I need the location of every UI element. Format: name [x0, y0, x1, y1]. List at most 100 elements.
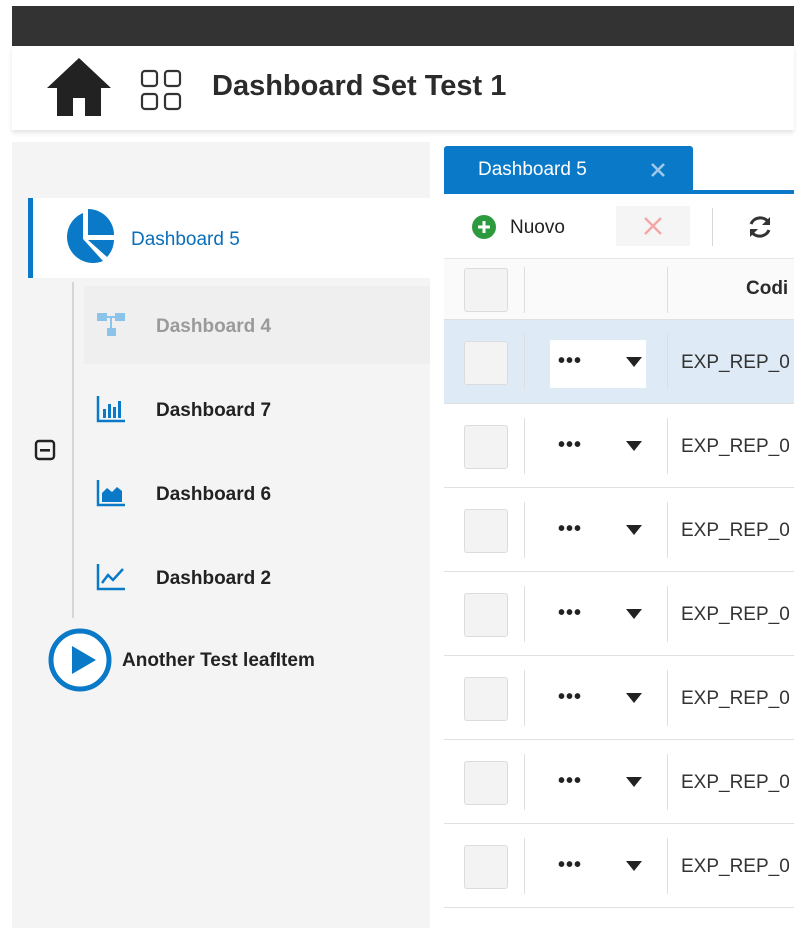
sidebar-item-label: Dashboard 5 — [131, 229, 240, 250]
column-divider — [667, 267, 668, 313]
row-checkbox[interactable] — [464, 509, 508, 553]
tab-strip: Dashboard 5 — [444, 142, 794, 194]
more-dots-icon: ••• — [558, 770, 583, 792]
caret-down-icon — [626, 441, 642, 451]
column-divider — [524, 418, 525, 474]
column-divider — [667, 334, 668, 390]
tab-label: Dashboard 5 — [478, 159, 587, 180]
top-bar — [12, 6, 794, 46]
more-dots-icon: ••• — [558, 434, 583, 456]
main-panel: Dashboard 5 Nuovo Codi ••• EXP_REP_0 •••… — [444, 142, 794, 928]
row-actions-dropdown[interactable]: ••• — [550, 424, 646, 472]
column-divider — [667, 754, 668, 810]
collapse-minus-icon[interactable] — [34, 438, 56, 462]
select-all-checkbox[interactable] — [464, 268, 508, 312]
code-cell: EXP_REP_0 — [681, 604, 790, 625]
sidebar-item-another-test-leafitem[interactable]: Another Test leafItem — [46, 624, 426, 696]
code-cell: EXP_REP_0 — [681, 352, 790, 373]
row-checkbox[interactable] — [464, 677, 508, 721]
page-title: Dashboard Set Test 1 — [212, 70, 507, 102]
row-checkbox[interactable] — [464, 341, 508, 385]
line-chart-icon — [96, 564, 125, 591]
bar-chart-icon — [96, 396, 125, 423]
row-actions-dropdown[interactable]: ••• — [550, 340, 646, 388]
header: Dashboard Set Test 1 — [12, 46, 794, 130]
new-button-label: Nuovo — [510, 217, 565, 238]
sidebar-item-dashboard-7[interactable]: Dashboard 7 — [84, 370, 430, 448]
play-circle-icon — [48, 628, 112, 692]
column-divider — [667, 670, 668, 726]
code-cell: EXP_REP_0 — [681, 520, 790, 541]
toolbar: Nuovo — [444, 194, 794, 258]
row-checkbox[interactable] — [464, 761, 508, 805]
refresh-icon[interactable] — [745, 214, 775, 240]
sidebar-item-dashboard-5[interactable]: Dashboard 5 — [28, 198, 430, 278]
more-dots-icon: ••• — [558, 350, 583, 372]
toolbar-separator — [712, 208, 713, 246]
column-divider — [524, 670, 525, 726]
hierarchy-icon — [97, 313, 125, 336]
new-button[interactable]: Nuovo — [464, 210, 590, 244]
row-checkbox[interactable] — [464, 593, 508, 637]
column-divider — [667, 502, 668, 558]
plus-circle-icon — [472, 215, 496, 239]
table-row[interactable]: ••• EXP_REP_0 — [444, 824, 794, 908]
sidebar-item-label: Dashboard 6 — [156, 484, 272, 505]
caret-down-icon — [626, 609, 642, 619]
apps-grid-icon[interactable] — [139, 68, 183, 112]
code-cell: EXP_REP_0 — [681, 772, 790, 793]
row-actions-dropdown[interactable]: ••• — [550, 676, 646, 724]
sidebar-item-label: Dashboard 2 — [156, 568, 272, 589]
code-cell: EXP_REP_0 — [681, 436, 790, 457]
row-actions-dropdown[interactable]: ••• — [550, 760, 646, 808]
table-row[interactable]: ••• EXP_REP_0 — [444, 404, 794, 488]
more-dots-icon: ••• — [558, 854, 583, 876]
sidebar-item-dashboard-2[interactable]: Dashboard 2 — [84, 538, 430, 616]
row-actions-dropdown[interactable]: ••• — [550, 508, 646, 556]
delete-x-icon — [644, 217, 662, 235]
column-divider — [524, 586, 525, 642]
column-divider — [667, 418, 668, 474]
row-actions-dropdown[interactable]: ••• — [550, 844, 646, 892]
tab-dashboard-5[interactable]: Dashboard 5 — [444, 146, 693, 192]
sidebar-item-label: Another Test leafItem — [122, 650, 315, 671]
home-icon[interactable] — [43, 54, 115, 120]
table-row[interactable]: ••• EXP_REP_0 — [444, 320, 794, 404]
more-dots-icon: ••• — [558, 686, 583, 708]
close-icon[interactable] — [648, 160, 668, 180]
column-divider — [524, 754, 525, 810]
caret-down-icon — [626, 861, 642, 871]
column-divider — [524, 334, 525, 390]
data-grid: Codi ••• EXP_REP_0 ••• EXP_REP_0 ••• EXP… — [444, 258, 794, 908]
column-divider — [524, 267, 525, 313]
column-divider — [524, 502, 525, 558]
delete-button[interactable] — [616, 206, 690, 246]
caret-down-icon — [626, 525, 642, 535]
row-checkbox[interactable] — [464, 425, 508, 469]
pie-chart-icon — [67, 209, 114, 263]
sidebar-item-dashboard-6[interactable]: Dashboard 6 — [84, 454, 430, 532]
grid-header-row: Codi — [444, 258, 794, 320]
column-header-code: Codi — [746, 278, 789, 299]
more-dots-icon: ••• — [558, 602, 583, 624]
table-row[interactable]: ••• EXP_REP_0 — [444, 572, 794, 656]
column-divider — [667, 586, 668, 642]
sidebar-item-dashboard-4[interactable]: Dashboard 4 — [84, 286, 430, 364]
row-checkbox[interactable] — [464, 845, 508, 889]
table-row[interactable]: ••• EXP_REP_0 — [444, 488, 794, 572]
more-dots-icon: ••• — [558, 518, 583, 540]
table-row[interactable]: ••• EXP_REP_0 — [444, 656, 794, 740]
table-row[interactable]: ••• EXP_REP_0 — [444, 740, 794, 824]
caret-down-icon — [626, 693, 642, 703]
column-divider — [667, 838, 668, 894]
caret-down-icon — [626, 357, 642, 367]
tree-connector-line — [72, 282, 74, 618]
sidebar-item-label: Dashboard 4 — [156, 316, 272, 337]
code-cell: EXP_REP_0 — [681, 856, 790, 877]
row-actions-dropdown[interactable]: ••• — [550, 592, 646, 640]
code-cell: EXP_REP_0 — [681, 688, 790, 709]
caret-down-icon — [626, 777, 642, 787]
sidebar-item-label: Dashboard 7 — [156, 400, 272, 421]
column-divider — [524, 838, 525, 894]
area-chart-icon — [96, 480, 125, 507]
